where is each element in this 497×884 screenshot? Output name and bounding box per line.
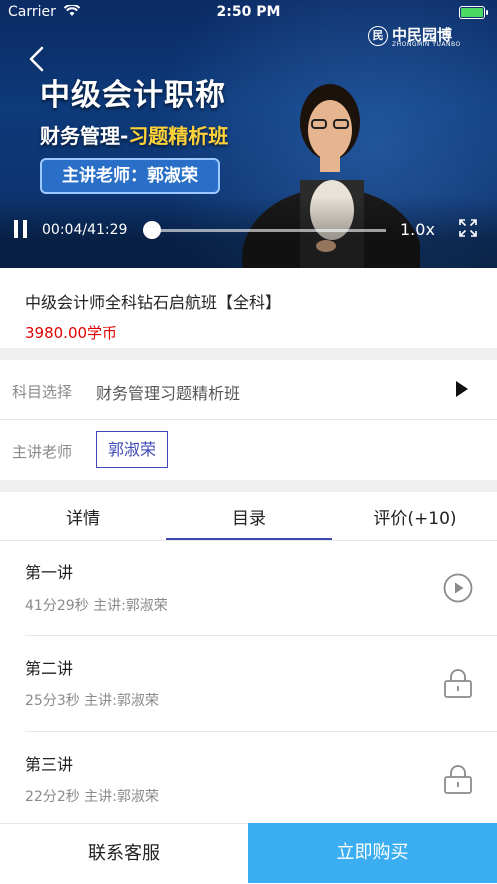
video-subtitle-prefix: 财务管理- [40, 124, 128, 148]
video-subtitle-highlight: 习题精析班 [128, 124, 228, 148]
video-title: 中级会计职称 [40, 70, 226, 114]
video-teacher-badge: 主讲老师：郭淑荣 [40, 158, 220, 194]
buy-now-button[interactable]: 立即购买 [248, 823, 497, 883]
back-chevron-icon[interactable] [26, 46, 50, 72]
section-gap [0, 348, 497, 360]
subject-value[interactable]: 财务管理习题精析班 [96, 380, 240, 404]
pause-icon[interactable] [14, 220, 28, 238]
video-player[interactable]: Carrier 2:50 PM 民 中民园博 ZHONGMIN YUANBO 中… [0, 0, 497, 268]
battery-level [461, 8, 483, 17]
lock-icon [443, 764, 473, 794]
playback-speed[interactable]: 1.0x [400, 220, 435, 239]
divider [0, 540, 497, 541]
pause-bar-left [14, 220, 18, 238]
play-circle-icon[interactable] [443, 573, 473, 603]
clock: 2:50 PM [0, 4, 497, 20]
battery-icon [459, 6, 485, 19]
section-gap [0, 480, 497, 492]
lock-icon [443, 668, 473, 698]
lesson-title: 第三讲 [25, 751, 73, 775]
pause-bar-right [23, 220, 27, 238]
lesson-meta: 25分3秒 主讲:郭淑荣 [25, 690, 159, 710]
playback-time: 00:04/41:29 [42, 222, 127, 238]
status-bar: Carrier 2:50 PM [0, 0, 497, 26]
tab-details[interactable]: 详情 [0, 504, 166, 529]
divider [25, 731, 497, 732]
lesson-title: 第一讲 [25, 559, 73, 583]
tab-reviews[interactable]: 评价(+10) [332, 504, 497, 529]
subject-label: 科目选择 [12, 381, 72, 402]
contact-service-button[interactable]: 联系客服 [0, 823, 248, 883]
lesson-title: 第二讲 [25, 655, 73, 679]
course-name: 中级会计师全科钻石启航班【全科】 [25, 289, 281, 313]
logo-subtitle: ZHONGMIN YUANBO [392, 41, 461, 48]
logo-seal: 民 [368, 26, 388, 46]
course-price: 3980.00学币 [25, 322, 117, 343]
divider [25, 635, 497, 636]
lesson-meta: 41分29秒 主讲:郭淑荣 [25, 595, 168, 615]
tab-catalog[interactable]: 目录 [166, 504, 332, 529]
teacher-chip[interactable]: 郭淑荣 [96, 431, 168, 468]
play-triangle-icon[interactable] [456, 381, 468, 397]
lesson-meta: 22分2秒 主讲:郭淑荣 [25, 786, 159, 806]
progress-track[interactable] [152, 229, 386, 232]
fullscreen-icon[interactable] [459, 219, 477, 237]
video-subtitle: 财务管理-习题精析班 [40, 120, 228, 149]
teacher-label: 主讲老师 [12, 441, 72, 462]
divider [0, 419, 497, 420]
brand-logo: 民 中民园博 ZHONGMIN YUANBO [368, 24, 463, 52]
